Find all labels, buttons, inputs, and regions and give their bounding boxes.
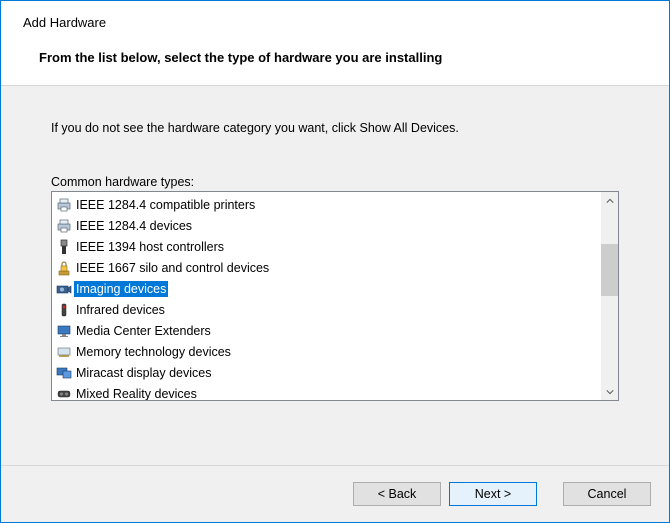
next-button[interactable]: Next > xyxy=(449,482,537,506)
list-item-label: IEEE 1667 silo and control devices xyxy=(74,260,271,276)
monitor-icon xyxy=(56,323,72,339)
infrared-icon xyxy=(56,302,72,318)
back-button[interactable]: < Back xyxy=(353,482,441,506)
list-item[interactable]: Imaging devices xyxy=(54,278,599,299)
list-item[interactable]: Miracast display devices xyxy=(54,362,599,383)
list-item-label: Miracast display devices xyxy=(74,365,213,381)
list-item[interactable]: IEEE 1284.4 compatible printers xyxy=(54,194,599,215)
scroll-track[interactable] xyxy=(601,209,618,383)
list-item[interactable]: Infrared devices xyxy=(54,299,599,320)
list-item[interactable]: Memory technology devices xyxy=(54,341,599,362)
list-item[interactable]: IEEE 1667 silo and control devices xyxy=(54,257,599,278)
scroll-up-button[interactable] xyxy=(601,192,618,209)
scroll-thumb[interactable] xyxy=(601,244,618,296)
firewire-icon xyxy=(56,239,72,255)
lock-icon xyxy=(56,260,72,276)
list-item-label: Infrared devices xyxy=(74,302,167,318)
scroll-down-button[interactable] xyxy=(601,383,618,400)
list-item-label: Media Center Extenders xyxy=(74,323,213,339)
memory-icon xyxy=(56,344,72,360)
hardware-listbox[interactable]: IEEE 1284.4 compatible printers IEEE 1284… xyxy=(51,191,619,401)
header-instruction: From the list below, select the type of … xyxy=(39,50,647,65)
window-title: Add Hardware xyxy=(23,15,647,30)
list-item[interactable]: Mixed Reality devices xyxy=(54,383,599,400)
display-icon xyxy=(56,365,72,381)
list-item-label: Mixed Reality devices xyxy=(74,386,199,401)
list-label: Common hardware types: xyxy=(51,175,619,189)
scrollbar[interactable] xyxy=(601,192,618,400)
list-item-label: Imaging devices xyxy=(74,281,168,297)
list-item-label: Memory technology devices xyxy=(74,344,233,360)
list-item[interactable]: IEEE 1394 host controllers xyxy=(54,236,599,257)
printer-icon xyxy=(56,218,72,234)
mixed-icon xyxy=(56,386,72,401)
list-item-label: IEEE 1284.4 compatible printers xyxy=(74,197,257,213)
list-item-label: IEEE 1394 host controllers xyxy=(74,239,226,255)
hint-text: If you do not see the hardware category … xyxy=(51,121,619,135)
cancel-button[interactable]: Cancel xyxy=(563,482,651,506)
list-item-label: IEEE 1284.4 devices xyxy=(74,218,194,234)
list-item[interactable]: Media Center Extenders xyxy=(54,320,599,341)
list-item[interactable]: IEEE 1284.4 devices xyxy=(54,215,599,236)
camera-icon xyxy=(56,281,72,297)
printer-icon xyxy=(56,197,72,213)
